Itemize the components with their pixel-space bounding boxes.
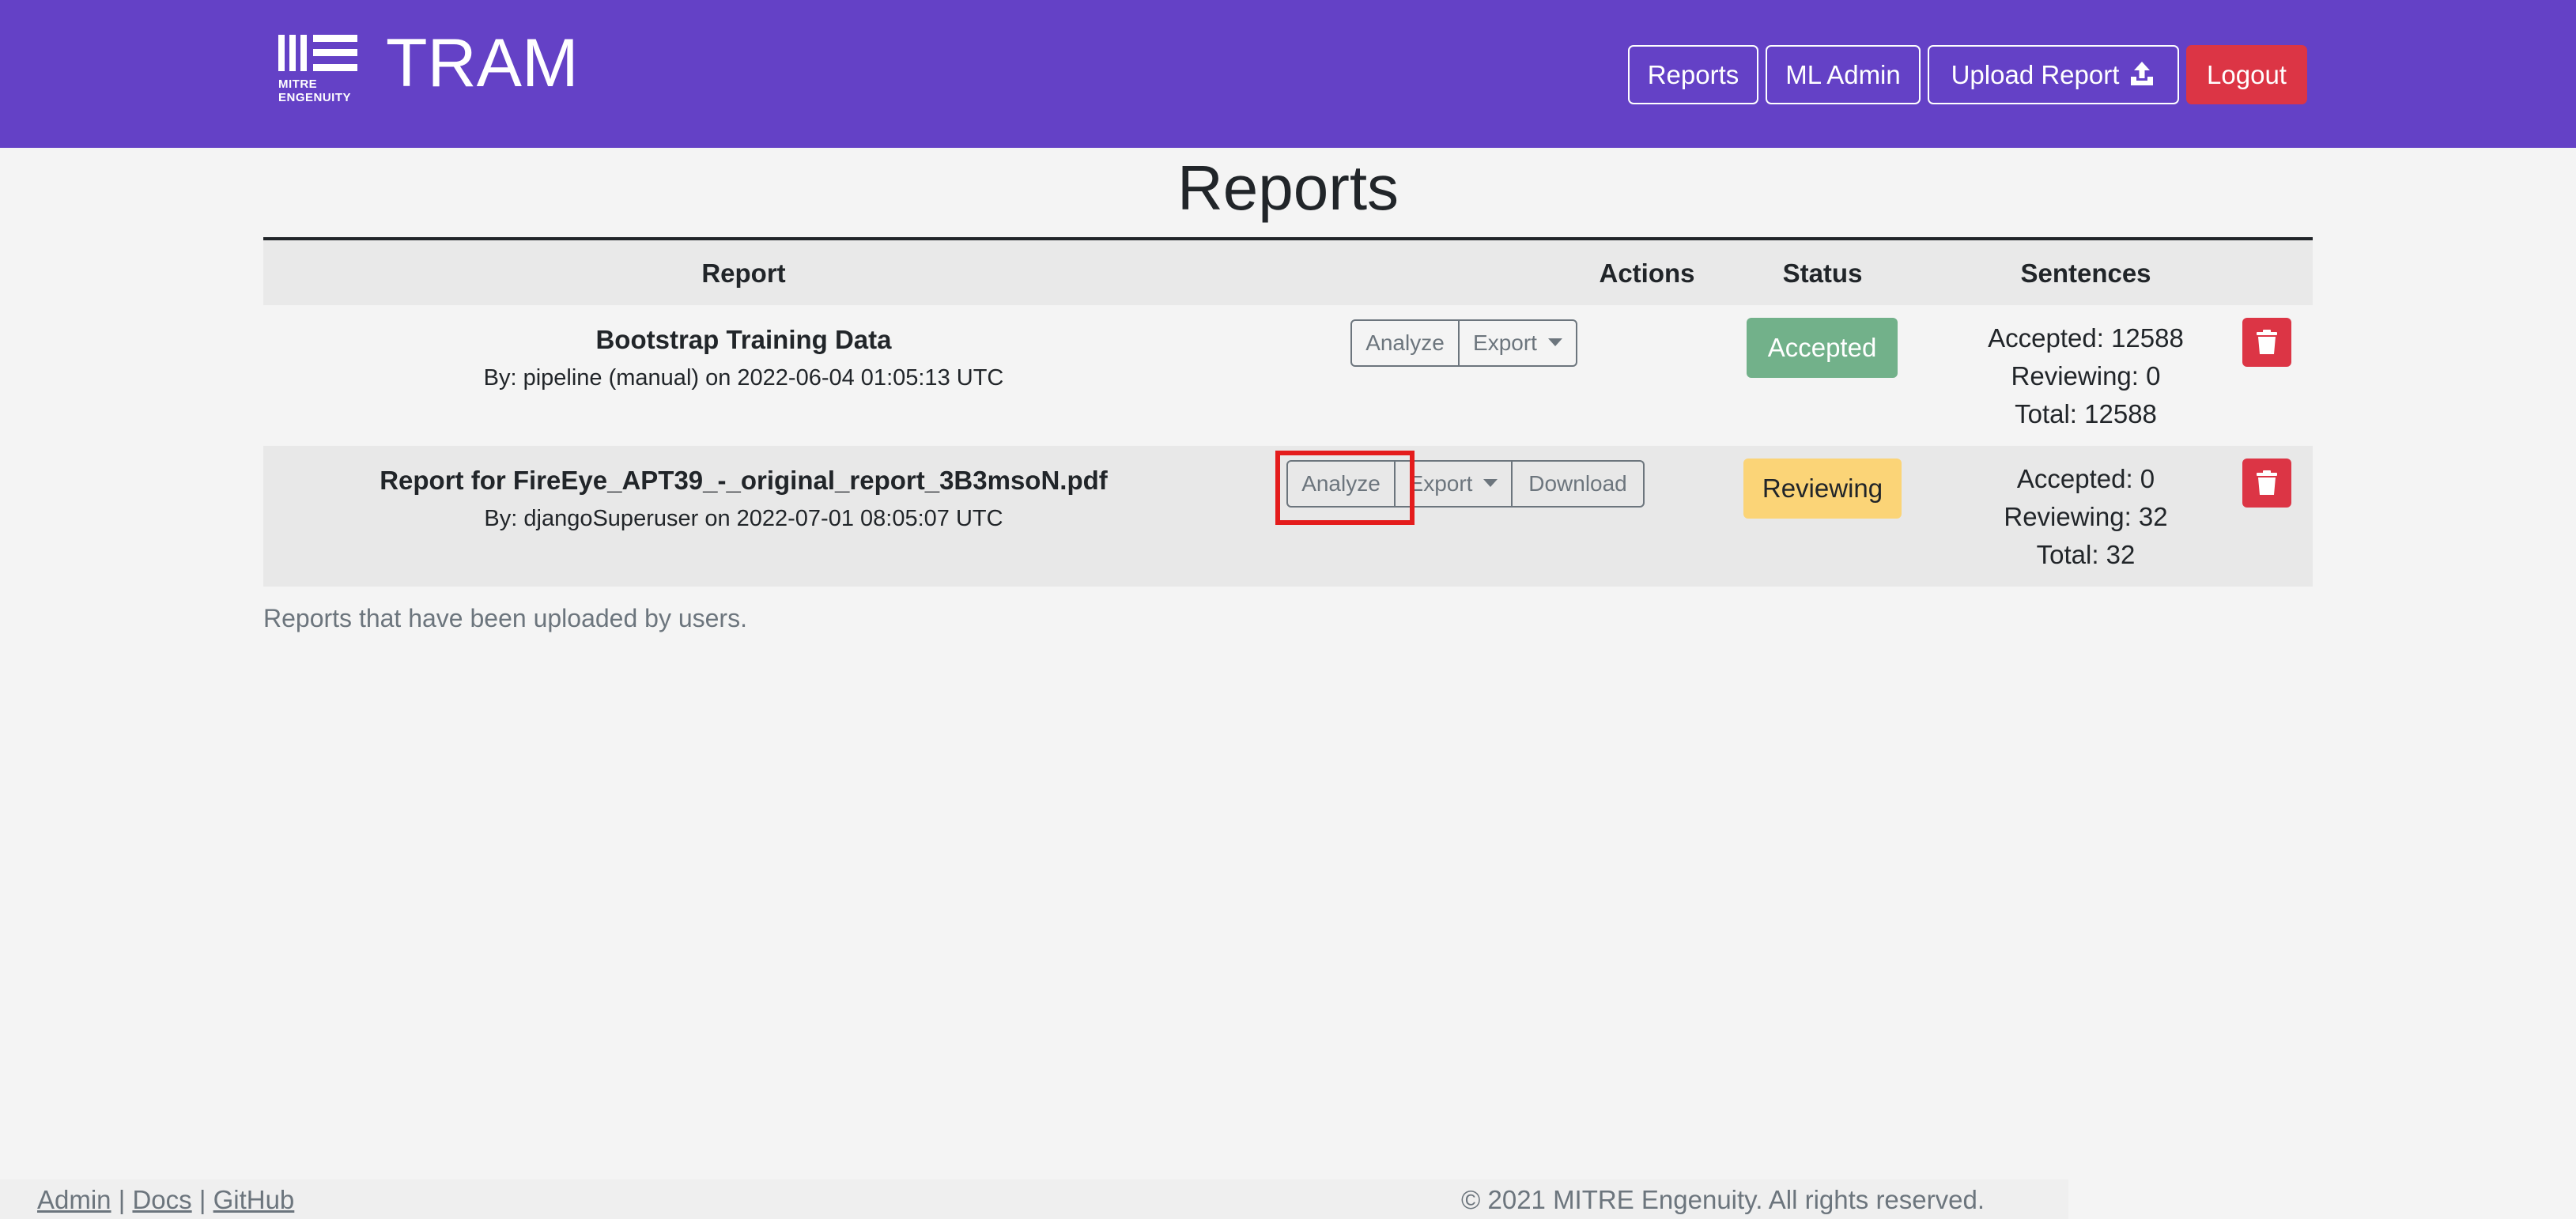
column-header-status: Status [1782, 259, 1863, 288]
delete-report-button[interactable] [2242, 318, 2291, 367]
accepted-count: Accepted: 0 [2016, 464, 2155, 493]
reports-nav-button[interactable]: Reports [1628, 45, 1758, 104]
highlight-box [1275, 451, 1415, 525]
table-caption: Reports that have been uploaded by users… [263, 604, 747, 632]
logout-label: Logout [2207, 60, 2287, 89]
delete-report-button[interactable] [2242, 459, 2291, 508]
ml-admin-nav-label: ML Admin [1785, 60, 1901, 89]
trash-icon [2257, 330, 2277, 354]
page-title: Reports [1177, 153, 1399, 223]
download-button[interactable]: Download [1511, 460, 1645, 508]
report-title[interactable]: Bootstrap Training Data [263, 323, 1224, 357]
total-count: Total: 32 [2036, 540, 2136, 569]
export-dropdown-button[interactable]: Export [1458, 319, 1577, 367]
analyze-label: Analyze [1365, 330, 1445, 355]
sentence-counts: Accepted: 12588 Reviewing: 0 Total: 1258… [1967, 319, 2204, 433]
status-badge: Accepted [1747, 318, 1898, 378]
logout-button[interactable]: Logout [2186, 45, 2307, 104]
table-row: Bootstrap Training Data By: pipeline (ma… [263, 305, 2313, 446]
status-badge: Reviewing [1743, 459, 1902, 519]
report-byline: By: djangoSuperuser on 2022-07-01 08:05:… [484, 506, 1003, 531]
download-label: Download [1528, 471, 1627, 496]
ml-admin-nav-button[interactable]: ML Admin [1766, 45, 1921, 104]
upload-report-label: Upload Report [1951, 60, 2120, 89]
report-title[interactable]: Report for FireEye_APT39_-_original_repo… [263, 463, 1224, 498]
column-header-report: Report [701, 259, 786, 288]
footer-separator: | [118, 1185, 126, 1214]
app-title[interactable]: TRAM [386, 24, 579, 103]
copyright-text: © 2021 MITRE Engenuity. All rights reser… [1461, 1185, 1985, 1214]
export-label: Export [1408, 471, 1473, 496]
footer-separator: | [198, 1185, 206, 1214]
mitre-logo-icon [278, 35, 357, 71]
export-label: Export [1473, 330, 1537, 355]
github-link[interactable]: GitHub [213, 1185, 295, 1214]
upload-report-button[interactable]: Upload Report [1928, 45, 2179, 104]
analyze-button[interactable]: Analyze [1350, 319, 1460, 367]
docs-link[interactable]: Docs [132, 1185, 191, 1214]
mitre-engenuity-logo[interactable]: MITRE ENGENUITY [278, 33, 357, 104]
column-header-sentences: Sentences [2020, 259, 2151, 288]
sentence-counts: Accepted: 0 Reviewing: 32 Total: 32 [1967, 460, 2204, 574]
top-navbar: MITRE ENGENUITY TRAM Reports ML Admin Up… [0, 0, 2576, 148]
logo-text: MITRE ENGENUITY [278, 77, 352, 104]
total-count: Total: 12588 [2015, 399, 2157, 428]
reports-nav-label: Reports [1647, 60, 1739, 89]
accepted-count: Accepted: 12588 [1988, 323, 2184, 353]
footer: Admin | Docs | GitHub © 2021 MITRE Engen… [0, 1179, 2068, 1219]
table-header: Report Actions Status Sentences [263, 237, 2313, 305]
reviewing-count: Reviewing: 0 [2011, 361, 2161, 391]
reviewing-count: Reviewing: 32 [2004, 502, 2168, 531]
caret-down-icon [1483, 479, 1498, 487]
caret-down-icon [1547, 338, 1562, 346]
trash-icon [2257, 470, 2277, 495]
admin-link[interactable]: Admin [37, 1185, 111, 1214]
footer-links: Admin | Docs | GitHub [37, 1183, 294, 1217]
upload-icon [2131, 62, 2154, 85]
report-byline: By: pipeline (manual) on 2022-06-04 01:0… [483, 365, 1004, 391]
